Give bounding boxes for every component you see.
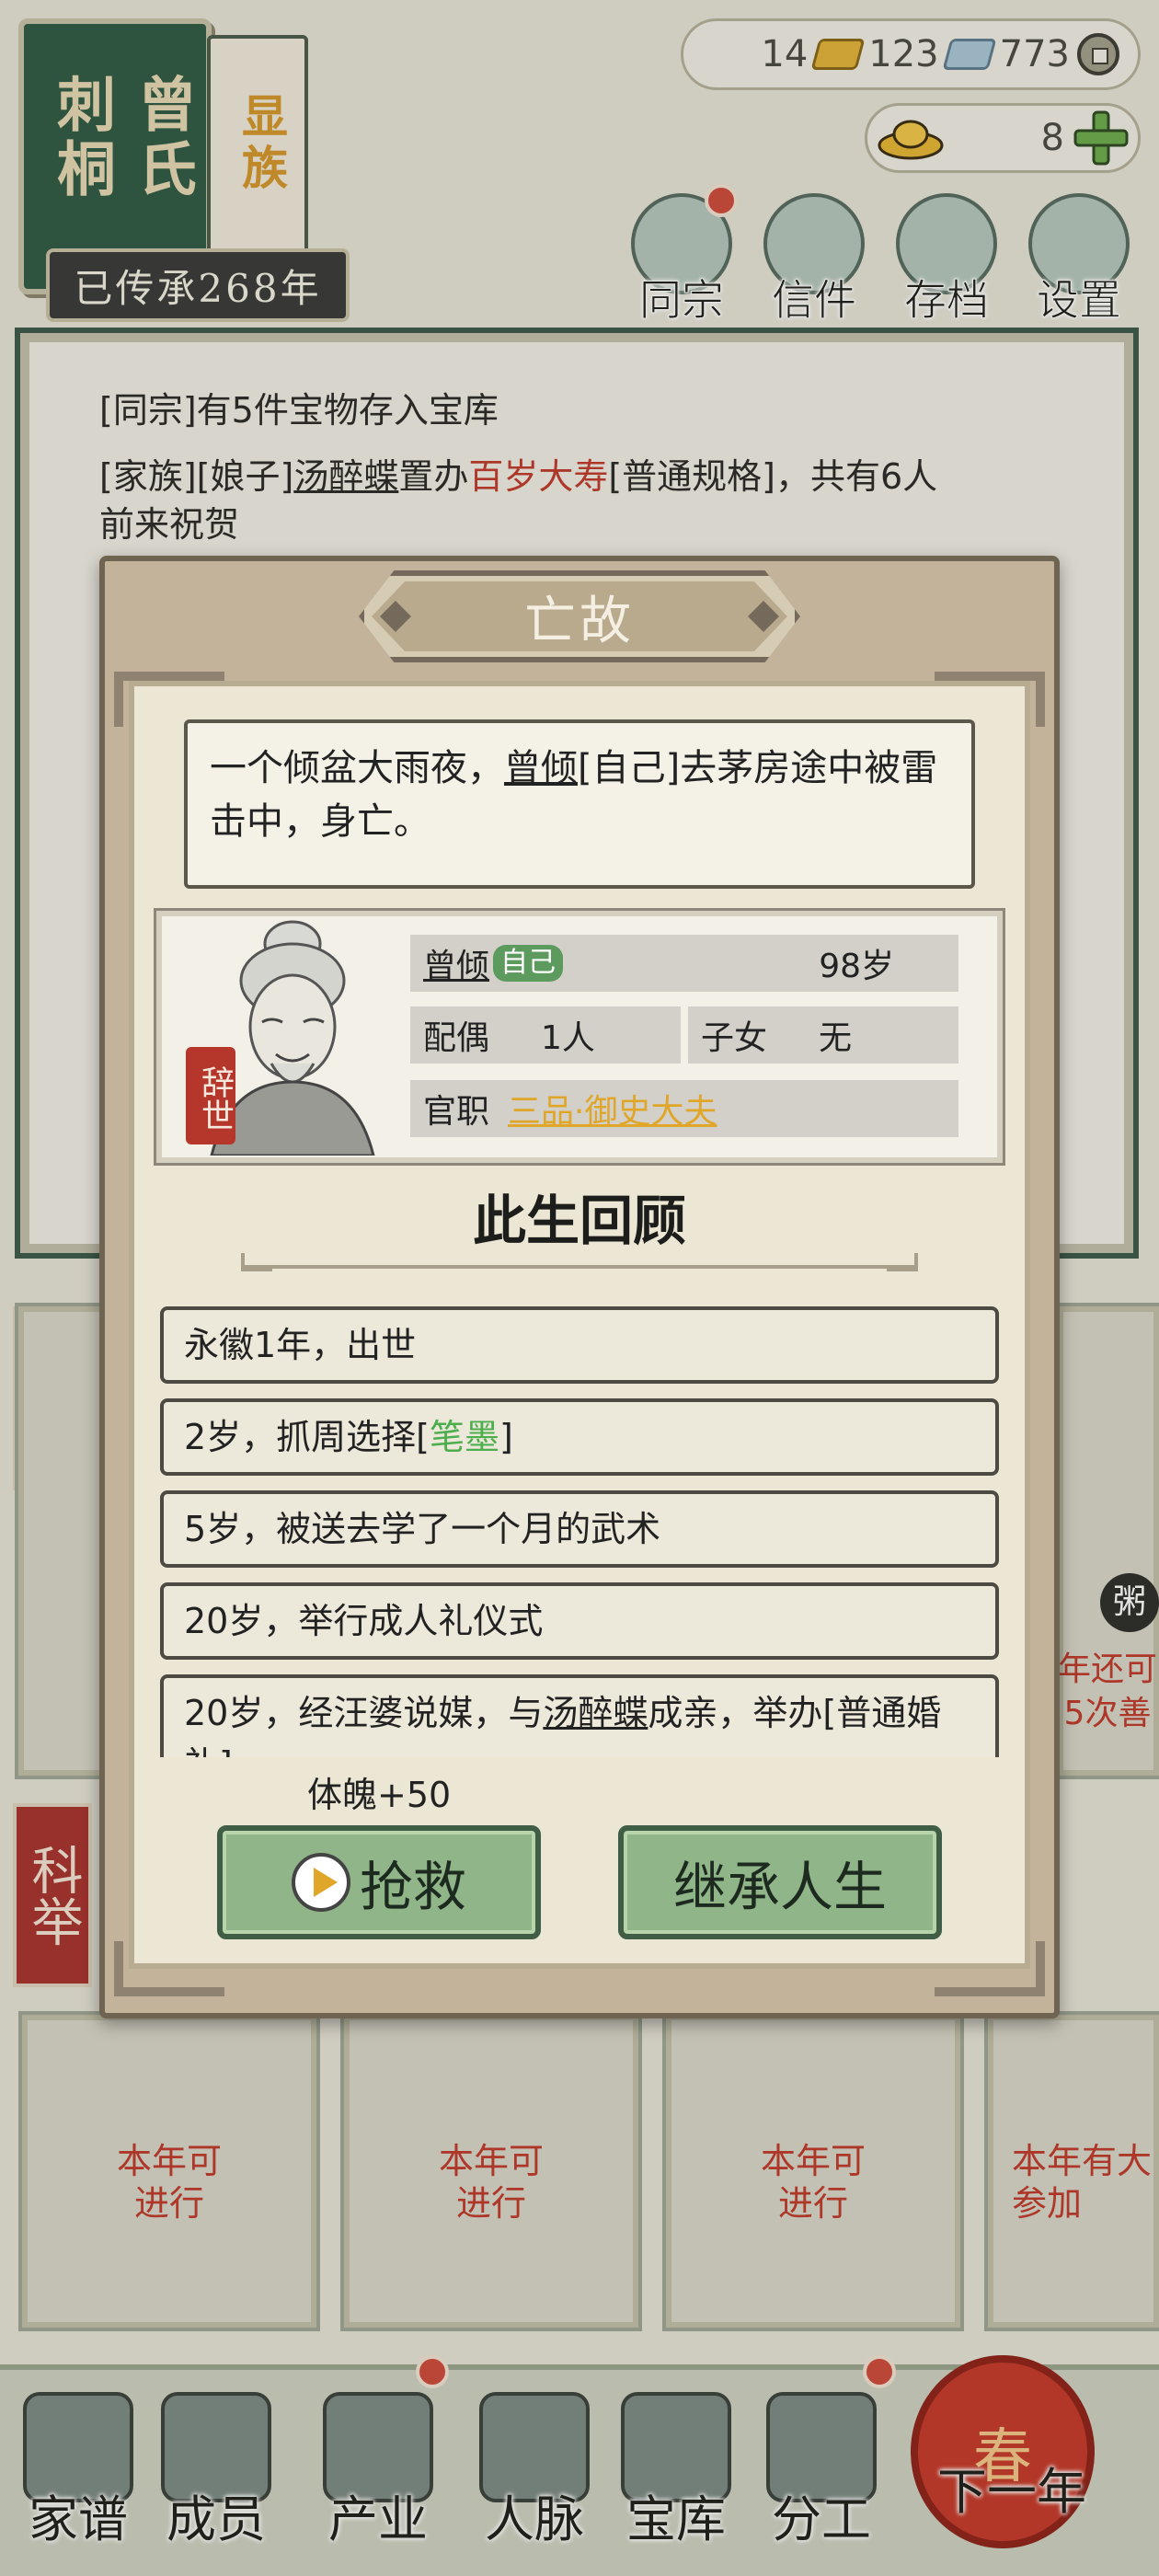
person-age: 98岁	[819, 948, 894, 985]
event-text: 5岁，被送去学了一个月的武术	[184, 1509, 661, 1549]
corner-ornament	[114, 672, 224, 727]
event-person-link[interactable]: 汤醉蝶	[543, 1693, 648, 1733]
video-ad-icon	[291, 1853, 350, 1912]
review-title: 此生回顾	[472, 1190, 686, 1252]
life-event: 20岁，举行成人礼仪式	[160, 1582, 999, 1660]
inherit-button[interactable]: 继承人生	[618, 1825, 942, 1939]
review-divider	[241, 1265, 918, 1278]
life-event: 2岁，抓周选择[笔墨]	[160, 1398, 999, 1476]
event-text: 2岁，抓周选择[	[184, 1417, 430, 1457]
divider-hook	[241, 1253, 272, 1271]
name-row: 曾倾 自己 98岁	[410, 935, 958, 992]
children-row: 子女 无	[688, 1006, 958, 1064]
death-description: 一个倾盆大雨夜，曾倾[自己]去茅房途中被雷击中，身亡。	[184, 719, 975, 889]
person-name[interactable]: 曾倾	[423, 939, 489, 987]
corner-ornament	[935, 1941, 1045, 1996]
divider-hook	[887, 1253, 918, 1271]
self-badge: 自己	[493, 945, 564, 982]
corner-ornament	[114, 1941, 224, 1996]
office-label: 官职	[423, 1093, 490, 1131]
spouse-row: 配偶 1人	[410, 1006, 681, 1064]
office-link[interactable]: 三品·御史大夫	[508, 1085, 717, 1133]
corner-ornament	[935, 672, 1045, 727]
spouse-value: 1人	[541, 1019, 595, 1057]
children-value: 无	[819, 1019, 853, 1057]
death-seal: 辞世	[186, 1047, 235, 1144]
inherit-button-label: 继承人生	[672, 1856, 887, 1918]
event-text: 永徽1年，出世	[184, 1325, 417, 1365]
life-event: 永徽1年，出世	[160, 1306, 999, 1384]
children-label: 子女	[701, 1019, 768, 1057]
event-text: 20岁，举行成人礼仪式	[184, 1601, 544, 1641]
office-row: 官职 三品·御史大夫	[410, 1080, 958, 1137]
life-events-list[interactable]: 永徽1年，出世 2岁，抓周选择[笔墨] 5岁，被送去学了一个月的武术 20岁，举…	[160, 1306, 999, 1757]
event-highlight: 笔墨	[430, 1417, 500, 1457]
rescue-button[interactable]: 抢救	[217, 1825, 541, 1939]
event-text: 20岁，经汪婆说媒，与	[184, 1693, 544, 1733]
spouse-label: 配偶	[423, 1019, 490, 1057]
life-event: 5岁，被送去学了一个月的武术	[160, 1490, 999, 1568]
event-text: ]	[499, 1417, 513, 1457]
life-event: 20岁，经汪婆说媒，与汤醉蝶成亲，举办[普通婚礼]	[160, 1674, 999, 1757]
rescue-bonus: 体魄+50	[307, 1775, 452, 1815]
rescue-button-label: 抢救	[359, 1856, 466, 1918]
title-plaque-inner: 亡故	[372, 581, 787, 651]
dialog-title: 亡故	[524, 591, 635, 651]
deceased-name-link[interactable]: 曾倾	[504, 747, 578, 789]
description-prefix: 一个倾盆大雨夜，	[210, 747, 504, 789]
